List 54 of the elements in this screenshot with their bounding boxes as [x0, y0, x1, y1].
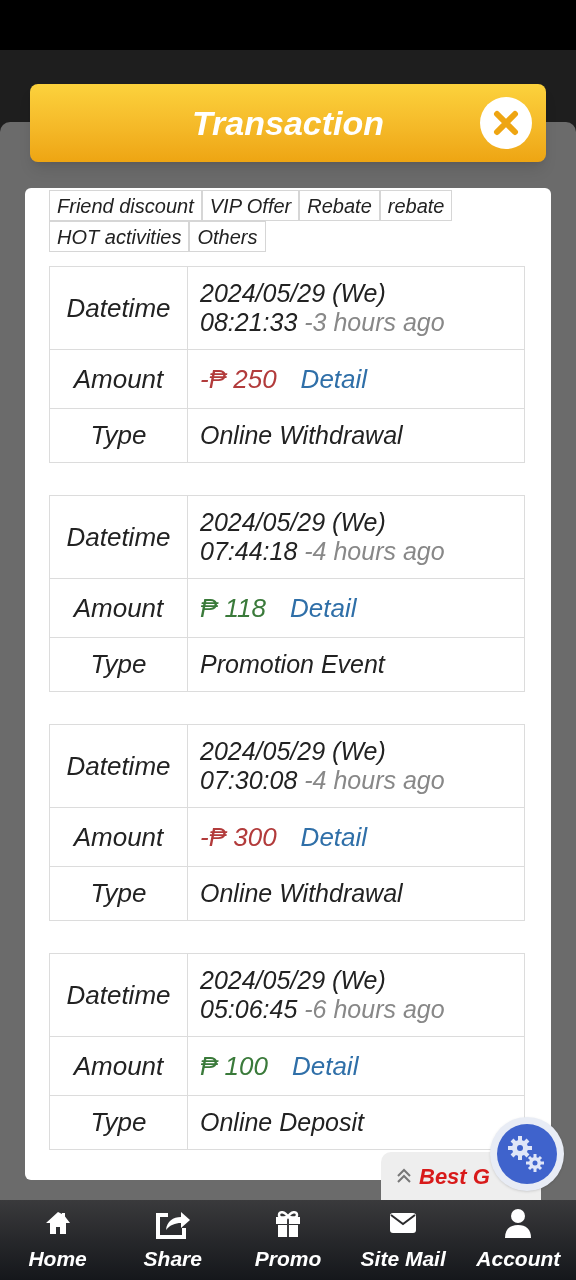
- row-label: Datetime: [49, 266, 188, 350]
- account-icon: [504, 1208, 533, 1239]
- row-label: Amount: [49, 578, 188, 638]
- dialog-title: Transaction: [191, 102, 385, 144]
- detail-link[interactable]: Detail: [300, 363, 368, 394]
- row-label: Type: [49, 866, 188, 921]
- row-label: Type: [49, 637, 188, 692]
- date-text: 2024/05/29 (We): [200, 508, 387, 537]
- filter-tab[interactable]: VIP Offer: [201, 190, 300, 221]
- type-text: Online Withdrawal: [187, 866, 525, 921]
- filter-tab[interactable]: Rebate: [299, 190, 380, 221]
- relative-time: -4 hours ago: [304, 537, 445, 565]
- filter-tab[interactable]: Others: [189, 221, 266, 252]
- row-label: Datetime: [49, 953, 188, 1037]
- detail-link[interactable]: Detail: [300, 821, 368, 852]
- chevron-up-icon: [395, 1167, 413, 1185]
- type-text: Promotion Event: [187, 637, 525, 692]
- time-text: 07:30:08: [200, 766, 298, 794]
- nav-item[interactable]: Account: [463, 1205, 574, 1275]
- time-text: 05:06:45: [200, 995, 298, 1023]
- detail-link[interactable]: Detail: [290, 592, 357, 623]
- time-text: 07:44:18: [200, 537, 298, 565]
- row-label: Type: [49, 1095, 188, 1150]
- date-text: 2024/05/29 (We): [200, 279, 387, 308]
- row-label: Datetime: [49, 495, 188, 579]
- amount-text: ₱ 100: [200, 1050, 268, 1081]
- nav-item[interactable]: Home: [2, 1205, 113, 1275]
- filter-tab[interactable]: rebate: [379, 190, 453, 221]
- nav-item[interactable]: Promo: [232, 1205, 343, 1275]
- row-label: Amount: [49, 807, 188, 867]
- date-text: 2024/05/29 (We): [200, 966, 387, 995]
- gears-icon: [497, 1124, 557, 1184]
- amount-text: -₱ 250: [200, 363, 277, 394]
- gift-icon: [273, 1208, 302, 1239]
- close-icon: [492, 109, 520, 137]
- relative-time: -6 hours ago: [304, 995, 445, 1023]
- type-text: Online Withdrawal: [187, 408, 525, 463]
- floating-tab-label: Best G: [419, 1162, 490, 1191]
- date-text: 2024/05/29 (We): [200, 737, 387, 766]
- nav-item[interactable]: Site Mail: [348, 1205, 459, 1275]
- row-label: Amount: [49, 349, 188, 409]
- nav-item[interactable]: Share: [117, 1205, 228, 1275]
- row-label: Datetime: [49, 724, 188, 808]
- row-label: Type: [49, 408, 188, 463]
- filter-tab[interactable]: HOT activities: [49, 221, 190, 252]
- relative-time: -4 hours ago: [304, 766, 445, 794]
- amount-text: ₱ 118: [200, 592, 266, 623]
- detail-link[interactable]: Detail: [291, 1050, 359, 1081]
- mail-icon: [389, 1212, 418, 1235]
- row-label: Amount: [49, 1036, 188, 1096]
- time-text: 08:21:33: [200, 308, 298, 336]
- filter-tab[interactable]: Friend discount: [49, 190, 202, 221]
- amount-text: -₱ 300: [200, 821, 277, 852]
- relative-time: -3 hours ago: [304, 308, 445, 336]
